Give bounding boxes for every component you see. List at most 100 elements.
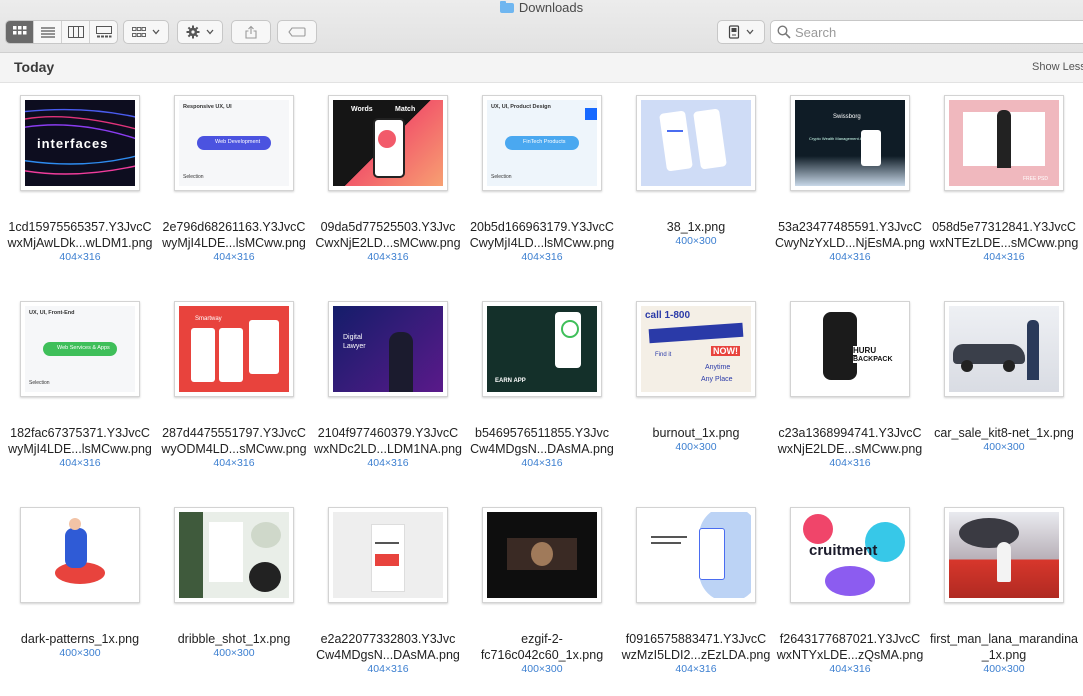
thumb-caption: cruitment [809, 542, 878, 559]
window-title-text: Downloads [518, 0, 584, 15]
show-less-toggle[interactable]: Show Less [1032, 61, 1083, 73]
file-name: first_man_lana_marandina _1x.png [929, 632, 1078, 662]
file-dimensions: 404×316 [829, 251, 871, 263]
thumb-caption: Web Development [215, 139, 261, 145]
file-name: 1cd15975565357.Y3JvcC wxMjAwLDk...wLDM1.p… [7, 220, 153, 250]
file-thumbnail[interactable]: Swissborg Crypto Wealth Management App [790, 95, 910, 191]
file-thumbnail[interactable] [328, 507, 448, 603]
thumb-caption: Digital [343, 334, 363, 341]
file-dimensions: 400×300 [675, 441, 717, 453]
section-title: Today [14, 59, 55, 75]
file-thumbnail[interactable]: EARN APP [482, 301, 602, 397]
file-dimensions: 400×300 [521, 663, 563, 675]
file-name: dribble_shot_1x.png [177, 632, 291, 646]
device-icon [728, 25, 740, 39]
file-name: c23a1368994741.Y3JvcC wxNjE2LDE...sMCww.p… [777, 426, 923, 456]
thumb-caption: Smartway [195, 316, 222, 322]
group-by-button[interactable] [123, 20, 169, 44]
file-name: e2a22077332803.Y3Jvc Cw4MDgsN...DAsMA.png [316, 632, 460, 662]
thumb-caption: Any Place [701, 376, 733, 383]
file-dimensions: 404×316 [367, 457, 409, 469]
thumb-caption: HURU [853, 346, 877, 355]
icon-view-button[interactable] [6, 21, 34, 43]
search-icon [777, 25, 791, 39]
thumb-caption: Crypto Wealth Management App [809, 136, 867, 141]
gear-icon [186, 25, 200, 39]
thumb-caption: Responsive UX, UI [183, 104, 232, 110]
file-name: burnout_1x.png [652, 426, 740, 440]
device-menu-button[interactable] [717, 20, 765, 44]
file-thumbnail[interactable] [636, 507, 756, 603]
file-thumbnail[interactable]: UX, UI, Product Design FinTech Products … [482, 95, 602, 191]
file-thumbnail[interactable] [20, 507, 140, 603]
file-thumbnail[interactable]: Digital Lawyer [328, 301, 448, 397]
file-dimensions: 400×300 [675, 235, 717, 247]
thumb-caption: FinTech Products [523, 139, 566, 145]
thumb-caption: NOW! [711, 346, 740, 356]
file-thumbnail[interactable]: interfaces [20, 95, 140, 191]
file-dimensions: 400×300 [983, 663, 1025, 675]
file-thumbnail[interactable] [174, 507, 294, 603]
file-thumbnail[interactable]: FREE PSD [944, 95, 1064, 191]
file-dimensions: 404×316 [59, 251, 101, 263]
chevron-down-icon [746, 29, 754, 35]
finder-toolbar: Downloads [0, 0, 1083, 53]
thumb-caption: call 1-800 [645, 310, 691, 321]
thumb-caption: BACKPACK [853, 356, 893, 363]
file-thumbnail[interactable]: Smartway [174, 301, 294, 397]
column-view-button[interactable] [62, 21, 90, 43]
file-thumbnail[interactable]: cruitment [790, 507, 910, 603]
thumb-caption: interfaces [37, 136, 109, 151]
file-dimensions: 404×316 [829, 457, 871, 469]
search-input[interactable] [795, 24, 1075, 40]
file-dimensions: 404×316 [675, 663, 717, 675]
file-name: b5469576511855.Y3Jvc Cw4MDgsN...DAsMA.png [470, 426, 614, 456]
file-thumbnail[interactable]: Words Match [328, 95, 448, 191]
file-dimensions: 404×316 [367, 251, 409, 263]
thumb-caption: Selection [491, 174, 512, 180]
thumb-caption: Anytime [705, 364, 731, 371]
section-header: Today Show Less [0, 53, 1083, 83]
file-name: f0916575883471.Y3JvcC wzMzI5LDI2...zEzLDA… [621, 632, 771, 662]
window-title: Downloads [0, 0, 1083, 16]
thumb-caption: Lawyer [343, 343, 366, 350]
file-thumbnail[interactable] [636, 95, 756, 191]
file-name: 2e796d68261163.Y3JvcC wyMjI4LDE...lsMCww.… [162, 220, 306, 250]
file-dimensions: 404×316 [213, 457, 255, 469]
thumb-caption: Swissborg [833, 114, 861, 120]
thumb-caption: UX, UI, Front-End [29, 310, 75, 316]
file-thumbnail[interactable]: HURU BACKPACK [790, 301, 910, 397]
file-thumbnail[interactable] [482, 507, 602, 603]
file-dimensions: 400×300 [983, 441, 1025, 453]
file-thumbnail[interactable]: call 1-800 NOW! Find it Anytime Any Plac… [636, 301, 756, 397]
columns-icon [67, 26, 84, 38]
thumb-caption: FREE PSD [1023, 176, 1049, 182]
thumb-caption: EARN APP [495, 378, 526, 384]
file-name: 20b5d166963179.Y3JvcC CwyMjI4LD...lsMCww.… [469, 220, 615, 250]
action-menu-button[interactable] [177, 20, 223, 44]
list-view-button[interactable] [34, 21, 62, 43]
file-name: 287d4475551797.Y3JvcC wyODM4LD...sMCww.pn… [161, 426, 307, 456]
gallery-icon [95, 26, 112, 38]
tags-button[interactable] [277, 20, 317, 44]
thumb-caption: UX, UI, Product Design [491, 104, 551, 110]
file-thumbnail[interactable]: Responsive UX, UI Web Development Select… [174, 95, 294, 191]
chevron-down-icon [152, 29, 160, 35]
file-thumbnail[interactable] [944, 507, 1064, 603]
gallery-view-button[interactable] [90, 21, 117, 43]
file-name: car_sale_kit8-net_1x.png [934, 426, 1074, 440]
tag-icon [288, 27, 306, 37]
group-grid-icon [132, 26, 146, 37]
file-thumbnail[interactable]: UX, UI, Front-End Web Services & Apps Se… [20, 301, 140, 397]
view-mode-switcher [5, 20, 118, 44]
file-name: 182fac67375371.Y3JvcC wyMjI4LDE...lsMCww.… [8, 426, 152, 456]
file-name: 09da5d77525503.Y3Jvc CwxNjE2LD...sMCww.pn… [315, 220, 461, 250]
file-thumbnail[interactable] [944, 301, 1064, 397]
file-name: 2104f977460379.Y3JvcC wxNDc2LD...LDM1NA.p… [314, 426, 462, 456]
file-dimensions: 404×316 [213, 251, 255, 263]
file-name: 058d5e77312841.Y3JvcC wxNTEzLDE...sMCww.p… [929, 220, 1079, 250]
file-dimensions: 400×300 [59, 647, 101, 659]
search-field[interactable] [770, 20, 1083, 44]
grid-icon [12, 26, 26, 35]
share-button[interactable] [231, 20, 271, 44]
